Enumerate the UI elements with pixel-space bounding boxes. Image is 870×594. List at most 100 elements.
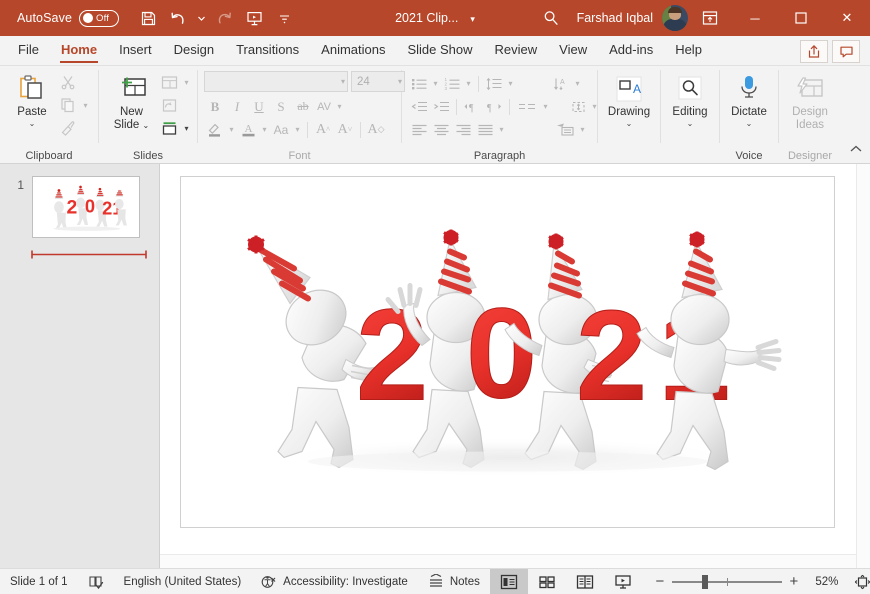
decrease-font-size-button[interactable]: A ˅ <box>334 119 356 141</box>
font-name-input[interactable]: ▾ <box>204 71 348 92</box>
format-painter-icon[interactable] <box>56 117 80 139</box>
justify-chevron-icon[interactable]: ▾ <box>496 119 507 141</box>
slide-sorter-icon[interactable] <box>528 569 566 594</box>
undo-icon[interactable] <box>163 4 193 32</box>
font-name-chevron-icon[interactable]: ▾ <box>335 77 345 86</box>
text-shadow-button[interactable]: S <box>270 96 292 118</box>
thumbnail-row-1[interactable]: 1 2 0 21 <box>0 176 159 238</box>
search-icon[interactable] <box>529 0 573 36</box>
decrease-indent-icon[interactable] <box>408 96 430 118</box>
slide-count-indicator[interactable]: Slide 1 of 1 <box>0 569 78 594</box>
change-case-button[interactable]: Aa <box>270 119 292 141</box>
align-left-icon[interactable] <box>408 119 430 141</box>
redo-icon[interactable] <box>209 4 239 32</box>
underline-button[interactable]: U <box>248 96 270 118</box>
paste-button[interactable]: Paste ⌄ <box>8 69 56 128</box>
customize-quick-access-icon[interactable] <box>269 4 299 32</box>
numbering-icon[interactable]: 123 <box>441 73 463 95</box>
tab-file[interactable]: File <box>8 37 49 65</box>
bullets-icon[interactable] <box>408 73 430 95</box>
increase-font-size-button[interactable]: A ^ <box>312 119 334 141</box>
save-icon[interactable] <box>133 4 163 32</box>
close-button[interactable]: ✕ <box>824 0 870 36</box>
dictate-caret-icon[interactable]: ⌄ <box>746 119 753 128</box>
tab-help[interactable]: Help <box>665 37 712 65</box>
horizontal-scrollbar[interactable] <box>160 554 856 568</box>
clear-formatting-icon[interactable]: A ◇ <box>365 119 387 141</box>
text-highlight-icon[interactable] <box>204 119 226 141</box>
reset-slide-icon[interactable] <box>157 94 181 116</box>
dictate-button[interactable]: Dictate ⌄ <box>725 69 773 128</box>
document-title[interactable]: 2021 Clip... <box>395 11 458 25</box>
zoom-slider[interactable] <box>671 569 782 594</box>
undo-dropdown-chevron-icon[interactable] <box>193 4 209 32</box>
tab-view[interactable]: View <box>549 37 597 65</box>
align-center-icon[interactable] <box>430 119 452 141</box>
new-slide-button[interactable]: New Slide ⌄ <box>106 69 157 132</box>
tab-add-ins[interactable]: Add-ins <box>599 37 663 65</box>
collapse-ribbon-icon[interactable] <box>848 142 864 161</box>
character-spacing-button[interactable]: AV <box>314 96 334 118</box>
slide-thumbnail-1[interactable]: 2 0 21 <box>32 176 140 238</box>
autosave-control[interactable]: AutoSave Off <box>17 9 120 27</box>
slide-layout-icon[interactable] <box>157 71 181 93</box>
editing-button[interactable]: Editing ⌄ <box>666 69 714 128</box>
slide-artwork[interactable]: 2 0 2 <box>218 200 798 505</box>
columns-chevron-icon[interactable]: ▾ <box>540 96 551 118</box>
line-spacing-icon[interactable] <box>483 73 505 95</box>
left-to-right-icon[interactable]: ¶ <box>461 96 483 118</box>
paste-caret-icon[interactable]: ⌄ <box>29 119 36 128</box>
editing-caret-icon[interactable]: ⌄ <box>687 119 694 128</box>
vertical-scrollbar[interactable] <box>856 164 870 568</box>
start-presentation-icon[interactable] <box>239 4 269 32</box>
layout-dropdown-chevron-icon[interactable]: ▾ <box>181 71 192 93</box>
copy-dropdown-chevron-icon[interactable]: ▾ <box>80 94 91 116</box>
zoom-out-button[interactable]: − <box>648 569 672 594</box>
tab-transitions[interactable]: Transitions <box>226 37 309 65</box>
section-dropdown-chevron-icon[interactable]: ▾ <box>181 117 192 139</box>
account-name[interactable]: Farshad Iqbal <box>573 11 662 25</box>
comments-icon[interactable] <box>832 40 860 63</box>
copy-icon[interactable] <box>56 94 80 116</box>
language-indicator[interactable]: English (United States) <box>114 569 252 594</box>
highlight-chevron-icon[interactable]: ▾ <box>226 119 237 141</box>
design-ideas-button[interactable]: Design Ideas <box>784 69 836 132</box>
strikethrough-button[interactable]: ab <box>292 96 314 118</box>
minimize-button[interactable]: ─ <box>732 0 778 36</box>
zoom-percent-label[interactable]: 52% <box>806 576 848 588</box>
align-right-icon[interactable] <box>452 119 474 141</box>
zoom-slider-handle[interactable] <box>701 574 708 589</box>
avatar[interactable] <box>662 5 688 31</box>
text-direction-chevron-icon[interactable]: ▾ <box>572 73 583 95</box>
zoom-in-button[interactable]: + <box>782 569 806 594</box>
line-spacing-chevron-icon[interactable]: ▾ <box>505 73 516 95</box>
tab-home[interactable]: Home <box>51 37 107 65</box>
smartart-chevron-icon[interactable]: ▾ <box>577 119 588 141</box>
tab-slide-show[interactable]: Slide Show <box>397 37 482 65</box>
font-size-input[interactable]: 24 ▾ <box>351 71 405 92</box>
notes-button[interactable]: Notes <box>418 569 490 594</box>
change-case-chevron-icon[interactable]: ▾ <box>292 119 303 141</box>
spell-check-icon[interactable] <box>78 569 114 594</box>
drawing-button[interactable]: A Drawing ⌄ <box>603 69 655 128</box>
autosave-toggle[interactable]: Off <box>79 9 120 27</box>
fit-slide-to-window-icon[interactable] <box>848 569 870 594</box>
text-direction-icon[interactable]: A <box>550 73 572 95</box>
font-color-icon[interactable]: A <box>237 119 259 141</box>
font-size-chevron-icon[interactable]: ▾ <box>392 77 402 86</box>
numbering-chevron-icon[interactable]: ▾ <box>463 73 474 95</box>
align-text-icon[interactable] <box>567 96 589 118</box>
bullets-chevron-icon[interactable]: ▾ <box>430 73 441 95</box>
tab-animations[interactable]: Animations <box>311 37 395 65</box>
tab-insert[interactable]: Insert <box>109 37 162 65</box>
justify-icon[interactable] <box>474 119 496 141</box>
ribbon-display-options-icon[interactable] <box>688 0 732 36</box>
italic-button[interactable]: I <box>226 96 248 118</box>
character-spacing-chevron-icon[interactable]: ▾ <box>334 96 345 118</box>
convert-to-smartart-icon[interactable] <box>553 119 577 141</box>
drawing-caret-icon[interactable]: ⌄ <box>626 119 633 128</box>
right-to-left-icon[interactable]: ¶ <box>483 96 505 118</box>
slideshow-view-icon[interactable] <box>604 569 642 594</box>
section-icon[interactable] <box>157 117 181 139</box>
font-color-chevron-icon[interactable]: ▾ <box>259 119 270 141</box>
